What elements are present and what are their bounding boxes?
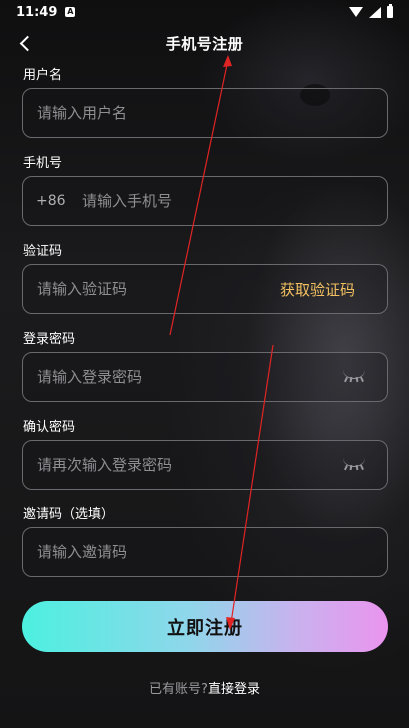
signal-icon xyxy=(369,6,381,18)
phone-label: 手机号 xyxy=(23,156,63,171)
phone-field: +86 xyxy=(22,176,388,226)
login-row: 已有账号?直接登录 xyxy=(0,678,409,697)
code-input[interactable] xyxy=(23,265,280,313)
login-prompt: 已有账号? xyxy=(149,682,208,697)
username-input[interactable] xyxy=(23,89,387,137)
username-label: 用户名 xyxy=(23,68,63,83)
status-time: 11:49 xyxy=(16,4,58,20)
eye-closed-icon[interactable] xyxy=(343,458,367,472)
invite-input[interactable] xyxy=(23,528,387,576)
invite-field xyxy=(22,527,388,577)
password-input[interactable] xyxy=(23,353,343,401)
wifi-icon xyxy=(349,7,363,17)
notification-icon: A xyxy=(65,7,76,17)
back-icon[interactable] xyxy=(14,32,36,54)
country-code-prefix[interactable]: +86 xyxy=(23,193,82,209)
nav-bar: 手机号注册 xyxy=(0,28,409,58)
battery-icon xyxy=(387,4,393,18)
eye-closed-icon[interactable] xyxy=(343,370,367,384)
password-field xyxy=(22,352,388,402)
phone-input[interactable] xyxy=(82,177,387,225)
confirm-password-input[interactable] xyxy=(23,441,343,489)
code-field: 获取验证码 xyxy=(22,264,388,314)
register-button[interactable]: 立即注册 xyxy=(22,601,388,652)
status-bar: 11:49 A xyxy=(0,0,409,24)
confirm-password-label: 确认密码 xyxy=(23,420,76,435)
confirm-password-field xyxy=(22,440,388,490)
page-title: 手机号注册 xyxy=(165,34,244,53)
login-link[interactable]: 直接登录 xyxy=(208,682,260,697)
code-label: 验证码 xyxy=(23,244,63,259)
get-code-button[interactable]: 获取验证码 xyxy=(280,279,387,300)
username-field xyxy=(22,88,388,138)
invite-label: 邀请码（选填） xyxy=(23,507,115,522)
password-label: 登录密码 xyxy=(23,332,76,347)
